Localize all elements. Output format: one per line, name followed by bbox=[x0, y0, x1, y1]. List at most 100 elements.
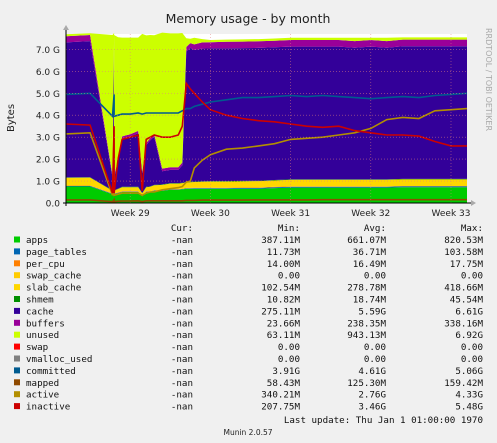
legend-cur-value: -nan bbox=[171, 378, 193, 389]
legend-cur-value: -nan bbox=[171, 271, 193, 282]
y-tick-label: 0.0 bbox=[46, 200, 61, 210]
legend-max-value: 5.48G bbox=[455, 402, 483, 413]
y-tick-label: 4.0 G bbox=[36, 112, 60, 122]
legend-header-avg: Avg: bbox=[364, 223, 386, 234]
legend-min-value: 63.11M bbox=[267, 330, 301, 341]
legend-name: buffers bbox=[26, 318, 65, 329]
legend-name: per_cpu bbox=[26, 259, 65, 270]
legend-max-value: 0.00 bbox=[461, 342, 483, 353]
memory-chart: Memory usage - by month RRDTOOL / TOBI O… bbox=[6, 11, 493, 437]
legend-min-value: 102.54M bbox=[261, 283, 300, 294]
legend-header-max: Max: bbox=[461, 223, 483, 234]
legend-name: page_tables bbox=[26, 247, 87, 258]
legend-swatch bbox=[14, 355, 20, 362]
legend-max-value: 0.00 bbox=[461, 271, 483, 282]
legend-avg-value: 16.49M bbox=[353, 259, 387, 270]
legend-max-value: 6.61G bbox=[455, 306, 483, 317]
chart-title: Memory usage - by month bbox=[166, 11, 331, 26]
legend-name: mapped bbox=[26, 378, 59, 389]
legend-avg-value: 125.30M bbox=[347, 378, 386, 389]
y-tick-label: 1.0 G bbox=[36, 178, 60, 188]
legend-max-value: 4.33G bbox=[455, 390, 483, 401]
legend-row-apps: apps -nan 387.11M 661.07M 820.53M bbox=[14, 235, 483, 246]
y-tick-label: 7.0 G bbox=[36, 46, 60, 56]
x-axis-arrow-icon bbox=[471, 200, 476, 206]
y-tick-label: 6.0 G bbox=[36, 68, 60, 78]
legend-cur-value: -nan bbox=[171, 306, 193, 317]
legend-swatch bbox=[14, 248, 20, 255]
legend-min-value: 58.43M bbox=[267, 378, 301, 389]
legend-swatch bbox=[14, 367, 20, 374]
last-update: Last update: Thu Jan 1 01:00:00 1970 bbox=[284, 415, 483, 426]
legend-min-value: 3.91G bbox=[272, 366, 300, 377]
legend-header-cur: Cur: bbox=[171, 223, 193, 234]
legend-avg-value: 5.59G bbox=[358, 306, 386, 317]
legend-min-value: 23.66M bbox=[267, 318, 301, 329]
legend-max-value: 45.54M bbox=[450, 295, 484, 306]
legend-name: unused bbox=[26, 330, 59, 341]
legend-min-value: 11.73M bbox=[267, 247, 301, 258]
legend-cur-value: -nan bbox=[171, 318, 193, 329]
x-tick-label: Week 30 bbox=[191, 209, 230, 219]
legend-swatch bbox=[14, 260, 20, 267]
legend-max-value: 103.58M bbox=[444, 247, 483, 258]
y-axis: 0.0 1.0 G 2.0 G 3.0 G 4.0 G 5.0 G 6.0 G 7.0 G bbox=[36, 46, 60, 210]
legend-cur-value: -nan bbox=[171, 342, 193, 353]
legend-max-value: 338.16M bbox=[444, 318, 483, 329]
legend-avg-value: 278.78M bbox=[347, 283, 386, 294]
rrdtool-credit: RRDTOOL / TOBI OETIKER bbox=[484, 28, 493, 131]
legend-swatch bbox=[14, 319, 20, 326]
legend-min-value: 10.82M bbox=[267, 295, 301, 306]
legend-max-value: 159.42M bbox=[444, 378, 483, 389]
legend-row-active: active -nan 340.21M 2.76G 4.33G bbox=[14, 390, 483, 401]
legend-cur-value: -nan bbox=[171, 295, 193, 306]
legend-row-committed: committed -nan 3.91G 4.61G 5.06G bbox=[14, 366, 483, 377]
legend-avg-value: 0.00 bbox=[364, 271, 386, 282]
legend-min-value: 0.00 bbox=[278, 271, 300, 282]
legend-swatch bbox=[14, 343, 20, 350]
legend-name: swap bbox=[26, 342, 48, 353]
x-tick-label: Week 29 bbox=[111, 209, 150, 219]
legend-cur-value: -nan bbox=[171, 390, 193, 401]
legend-name: swap_cache bbox=[26, 271, 81, 282]
y-tick-label: 3.0 G bbox=[36, 134, 60, 144]
legend-swatch bbox=[14, 391, 20, 398]
legend-row-unused: unused -nan 63.11M 943.13M 6.92G bbox=[14, 330, 483, 341]
legend-cur-value: -nan bbox=[171, 330, 193, 341]
legend-min-value: 0.00 bbox=[278, 342, 300, 353]
x-axis: Week 29 Week 30 Week 31 Week 32 Week 33 bbox=[111, 209, 471, 219]
y-tick-label: 2.0 G bbox=[36, 156, 60, 166]
legend-avg-value: 4.61G bbox=[358, 366, 386, 377]
y-tick-label: 5.0 G bbox=[36, 90, 60, 100]
legend-cur-value: -nan bbox=[171, 366, 193, 377]
legend-row-per-cpu: per_cpu -nan 14.00M 16.49M 17.75M bbox=[14, 259, 483, 270]
y-axis-label: Bytes bbox=[6, 104, 17, 132]
legend-swatch bbox=[14, 331, 20, 338]
legend-avg-value: 0.00 bbox=[364, 342, 386, 353]
legend-name: vmalloc_used bbox=[26, 354, 92, 365]
legend-max-value: 5.06G bbox=[455, 366, 483, 377]
legend-avg-value: 943.13M bbox=[347, 330, 386, 341]
y-axis-arrow-icon bbox=[63, 25, 69, 30]
legend-min-value: 387.11M bbox=[261, 235, 300, 246]
legend-avg-value: 661.07M bbox=[347, 235, 386, 246]
legend-max-value: 6.92G bbox=[455, 330, 483, 341]
legend-name: slab_cache bbox=[26, 283, 81, 294]
legend-min-value: 0.00 bbox=[278, 354, 300, 365]
legend-swatch bbox=[14, 236, 20, 243]
legend-cur-value: -nan bbox=[171, 259, 193, 270]
legend-min-value: 275.11M bbox=[261, 306, 300, 317]
x-tick-label: Week 33 bbox=[432, 209, 471, 219]
x-tick-label: Week 31 bbox=[271, 209, 310, 219]
legend-row-swap: swap -nan 0.00 0.00 0.00 bbox=[14, 342, 483, 353]
legend-header-min: Min: bbox=[278, 223, 300, 234]
legend-swatch bbox=[14, 379, 20, 386]
x-tick-label: Week 32 bbox=[351, 209, 390, 219]
legend-swatch bbox=[14, 272, 20, 279]
legend-row-cache: cache -nan 275.11M 5.59G 6.61G bbox=[14, 306, 483, 317]
legend-swatch bbox=[14, 296, 20, 302]
legend-row-vmalloc-used: vmalloc_used -nan 0.00 0.00 0.00 bbox=[14, 354, 483, 365]
legend-swatch bbox=[14, 284, 20, 291]
legend-max-value: 820.53M bbox=[444, 235, 483, 246]
legend-max-value: 418.66M bbox=[444, 283, 483, 294]
